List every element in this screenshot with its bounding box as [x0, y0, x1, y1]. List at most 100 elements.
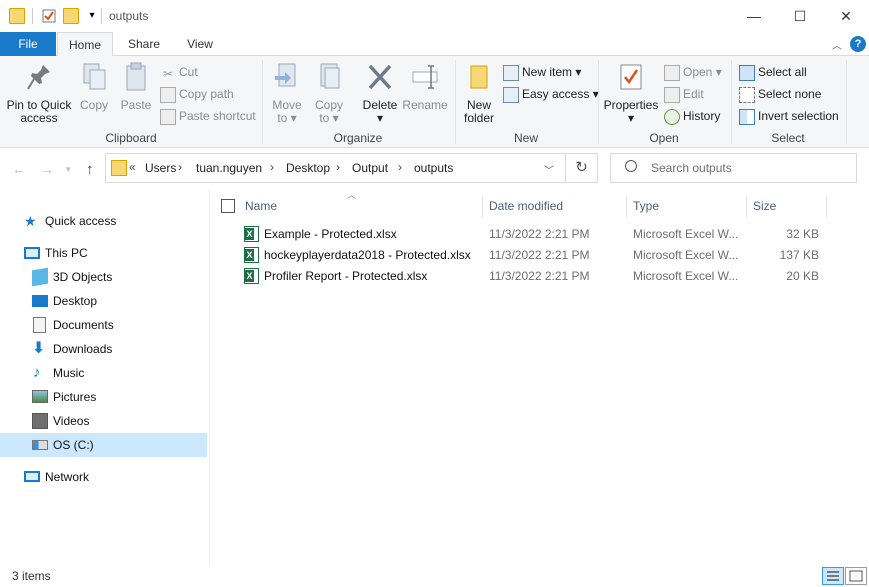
history-button[interactable]: History [664, 107, 720, 127]
copy-label: Copy [79, 98, 108, 112]
breadcrumb-desktop[interactable]: Desktop [286, 161, 330, 175]
nav-item-videos[interactable]: Videos [0, 409, 207, 433]
delete-button[interactable]: Delete ▾ [358, 62, 402, 125]
pc-icon [24, 247, 40, 259]
nav-item-os-c[interactable]: OS (C:) [0, 433, 207, 457]
new-folder-qat-icon[interactable] [63, 8, 79, 24]
nav-item-documents[interactable]: Documents [0, 313, 207, 337]
group-label-new: New [513, 131, 538, 145]
cut-label: Cut [179, 65, 198, 79]
easy-access-button[interactable]: Easy access ▾ [503, 85, 599, 105]
edit-button[interactable]: Edit [664, 85, 704, 105]
nav-item-pictures[interactable]: Pictures [0, 385, 207, 409]
search-icon [625, 160, 637, 172]
select-none-icon [739, 86, 755, 103]
details-view-button[interactable] [822, 567, 844, 585]
rename-button[interactable]: Rename [402, 62, 448, 112]
address-dropdown-icon[interactable]: ﹀ [544, 162, 554, 177]
open-button[interactable]: Open ▾ [664, 63, 722, 83]
nav-label: Network [45, 470, 90, 484]
cut-button[interactable]: ✂ Cut [160, 63, 198, 83]
minimize-button[interactable]: — [731, 0, 777, 32]
breadcrumb-user[interactable]: tuan.nguyen [196, 161, 262, 175]
breadcrumb-separator: › [270, 160, 274, 174]
new-item-icon [503, 64, 519, 81]
collapse-ribbon-icon[interactable]: ︿ [832, 37, 842, 52]
file-name: Example - Protected.xlsx [264, 227, 397, 241]
refresh-button[interactable]: ↻ [566, 153, 598, 183]
new-item-button[interactable]: New item ▾ [503, 63, 581, 83]
star-icon: ★ [24, 213, 37, 229]
recent-locations-icon[interactable]: ▾ [66, 164, 71, 175]
forward-icon[interactable]: → [40, 161, 54, 177]
nav-item-desktop[interactable]: Desktop [0, 289, 207, 313]
select-all-button[interactable]: Select all [739, 63, 807, 83]
file-type: Microsoft Excel W... [633, 269, 739, 283]
select-all-checkbox[interactable] [221, 199, 235, 213]
edit-icon [664, 86, 680, 103]
breadcrumb-outputs[interactable]: outputs [414, 161, 453, 175]
file-size: 20 KB [786, 269, 819, 283]
copy-to-button[interactable]: Copy to ▾ [310, 62, 348, 125]
new-folder-button[interactable]: New folder [460, 62, 498, 125]
group-label-organize: Organize [333, 131, 383, 145]
nav-item-downloads[interactable]: ⬇ Downloads [0, 337, 207, 361]
nav-item-this-pc[interactable]: This PC [0, 241, 207, 265]
nav-label: Pictures [53, 390, 97, 404]
close-button[interactable]: ✕ [823, 0, 869, 32]
address-bar[interactable]: « Users › tuan.nguyen › Desktop › Output… [105, 153, 566, 183]
nav-item-3d-objects[interactable]: 3D Objects [0, 265, 207, 289]
file-row[interactable]: hockeyplayerdata2018 - Protected.xlsx 11… [240, 245, 830, 266]
file-row[interactable]: Example - Protected.xlsx 11/3/2022 2:21 … [240, 224, 830, 245]
ribbon-tabs: File Home Share View ︿ ? [0, 32, 869, 57]
folder-icon [9, 8, 25, 24]
invert-selection-button[interactable]: Invert selection [739, 107, 839, 127]
pin-icon [27, 65, 50, 90]
back-icon[interactable]: ← [12, 161, 26, 177]
drive-icon [32, 440, 48, 450]
column-header-type[interactable]: Type [627, 196, 747, 218]
customize-qat-icon[interactable]: ▾ [84, 8, 100, 24]
tab-home[interactable]: Home [57, 32, 113, 57]
properties-qat-icon[interactable] [41, 8, 57, 24]
help-icon[interactable]: ? [850, 36, 866, 52]
navigation-pane: ★ Quick access This PC 3D Objects Deskto… [0, 190, 209, 565]
breadcrumb-users[interactable]: Users [145, 161, 176, 175]
copy-to-label: Copy to ▾ [314, 98, 343, 125]
pin-quick-access-button[interactable]: Pin to Quick access [4, 62, 74, 125]
breadcrumb-output[interactable]: Output [352, 161, 388, 175]
column-header-date[interactable]: Date modified [483, 196, 627, 218]
nav-item-music[interactable]: ♪ Music [0, 361, 207, 385]
nav-item-network[interactable]: Network [0, 465, 207, 489]
tab-share[interactable]: Share [116, 32, 172, 56]
large-icons-view-button[interactable] [845, 567, 867, 585]
nav-label: 3D Objects [53, 270, 113, 284]
easy-access-label: Easy access ▾ [522, 87, 599, 101]
tab-file[interactable]: File [0, 32, 56, 56]
divider [846, 60, 847, 144]
column-header-size[interactable]: Size [747, 196, 827, 218]
properties-button[interactable]: Properties ▾ [602, 62, 660, 125]
copy-button[interactable]: Copy [76, 62, 112, 112]
file-row[interactable]: Profiler Report - Protected.xlsx 11/3/20… [240, 266, 830, 287]
select-none-button[interactable]: Select none [739, 85, 821, 105]
pane-divider[interactable] [209, 190, 210, 565]
breadcrumb-overflow[interactable]: « [129, 160, 136, 174]
copy-path-button[interactable]: Copy path [160, 85, 234, 105]
search-input[interactable]: Search outputs [610, 153, 857, 183]
paste-button[interactable]: Paste [116, 62, 156, 112]
file-type: Microsoft Excel W... [633, 227, 739, 241]
move-to-button[interactable]: Move to ▾ [268, 62, 306, 125]
column-header-name[interactable]: Name [239, 196, 483, 218]
paste-shortcut-button[interactable]: Paste shortcut [160, 107, 256, 127]
videos-icon [32, 413, 48, 429]
paste-icon [126, 62, 146, 91]
nav-item-quick-access[interactable]: ★ Quick access [0, 209, 207, 233]
folder-icon [111, 160, 127, 176]
up-icon[interactable]: ↑ [86, 161, 94, 178]
tab-view[interactable]: View [172, 32, 228, 56]
breadcrumb-separator: › [178, 160, 182, 174]
maximize-button[interactable]: ☐ [777, 0, 823, 32]
cube-icon [32, 267, 48, 287]
file-date: 11/3/2022 2:21 PM [489, 269, 590, 283]
